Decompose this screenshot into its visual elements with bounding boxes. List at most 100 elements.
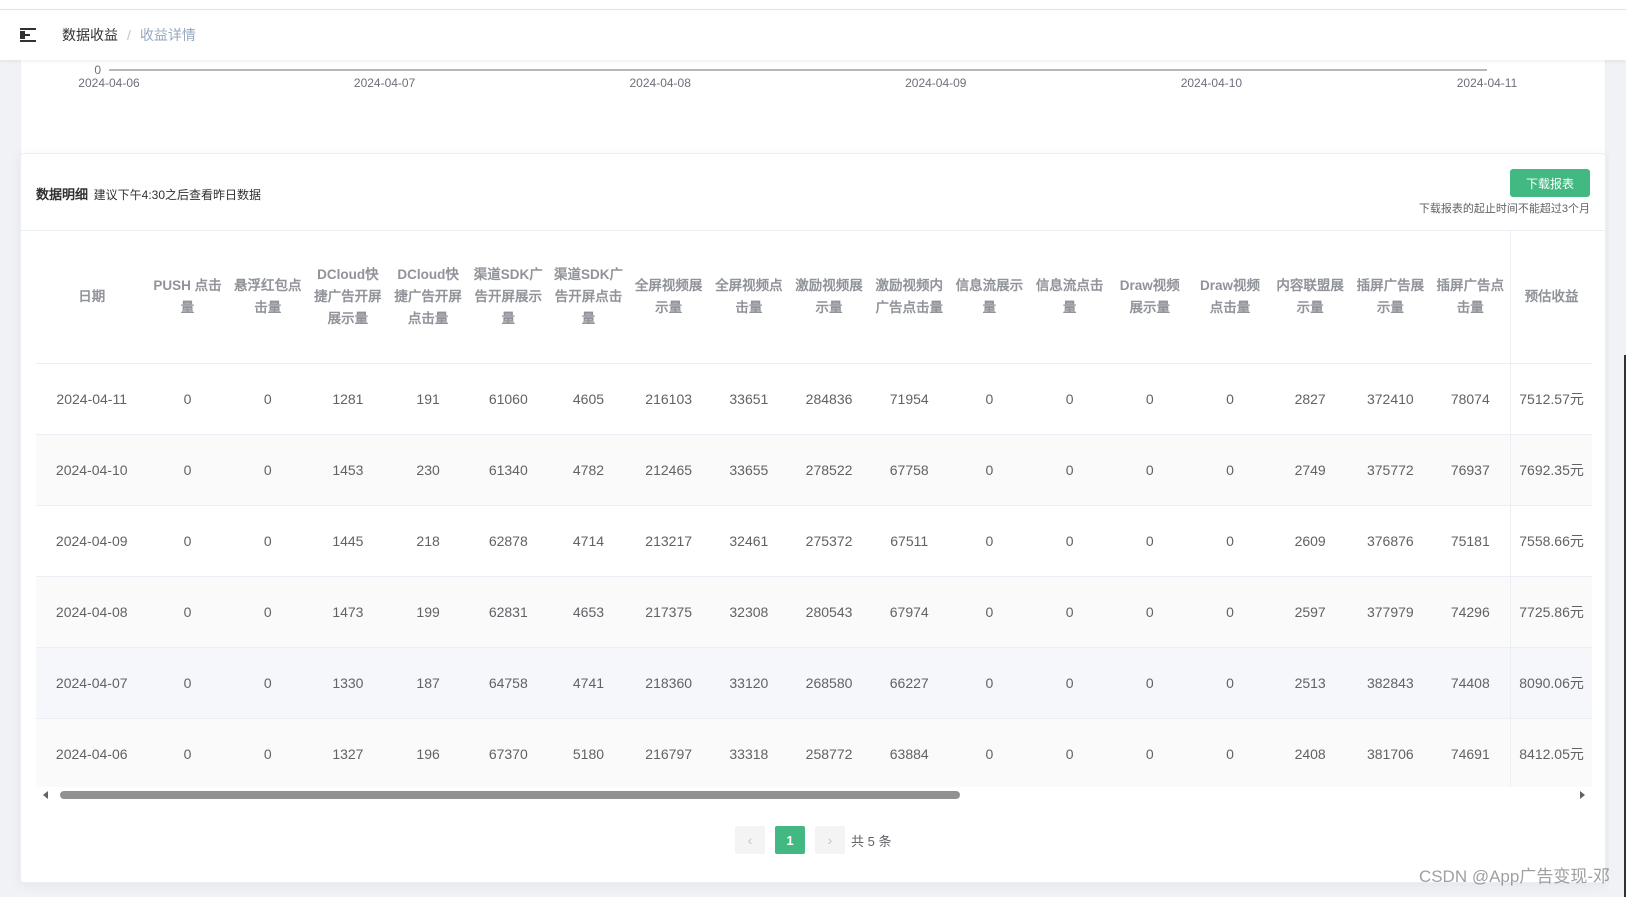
table-cell: 67758 <box>869 434 950 506</box>
table-row[interactable]: 2024-04-08 0 0 1473 199 62831 4653 217375 32308 2… <box>36 576 1592 648</box>
scrollbar-thumb[interactable] <box>60 791 960 799</box>
table-cell: 230 <box>388 434 469 506</box>
column-header: DCloud快捷广告开屏展示量 <box>307 231 388 364</box>
table-cell: 213217 <box>628 505 709 577</box>
table-cell: 61340 <box>468 434 549 506</box>
table-cell: 0 <box>949 505 1030 577</box>
table-cell: 0 <box>1109 505 1190 577</box>
revenue-cell: 8090.06元 <box>1510 647 1592 719</box>
column-header: 渠道SDK广告开屏点击量 <box>548 231 629 364</box>
table-cell: 0 <box>147 576 228 648</box>
table-cell: 33120 <box>708 647 789 719</box>
table-cell: 1445 <box>307 505 388 577</box>
table-cell: 217375 <box>628 576 709 648</box>
table-cell: 5180 <box>548 718 629 788</box>
table-cell: 33318 <box>708 718 789 788</box>
table-cell: 0 <box>1109 647 1190 719</box>
table-row[interactable]: 2024-04-09 0 0 1445 218 62878 4714 213217 32461 2… <box>36 505 1592 577</box>
table-cell: 33651 <box>708 363 789 435</box>
table-cell: 4782 <box>548 434 629 506</box>
column-header: DCloud快捷广告开屏点击量 <box>388 231 469 364</box>
date-cell: 2024-04-07 <box>36 647 148 719</box>
page-number-button[interactable]: 1 <box>775 826 805 854</box>
column-header: 悬浮红包点击量 <box>227 231 308 364</box>
table-cell: 2513 <box>1270 647 1351 719</box>
table-cell: 381706 <box>1350 718 1431 788</box>
table-cell: 268580 <box>788 647 870 719</box>
table-cell: 63884 <box>869 718 950 788</box>
date-cell: 2024-04-11 <box>36 363 148 435</box>
table-cell: 258772 <box>788 718 870 788</box>
table-cell: 0 <box>1189 576 1271 648</box>
scroll-right-icon[interactable] <box>1580 791 1585 799</box>
revenue-cell: 7558.66元 <box>1510 505 1592 577</box>
table-cell: 0 <box>227 576 308 648</box>
table-cell: 0 <box>1029 505 1110 577</box>
table-row[interactable]: 2024-04-07 0 0 1330 187 64758 4741 218360 33120 2… <box>36 647 1592 719</box>
table-header-row: 日期 PUSH 点击量 悬浮红包点击量 DCloud快捷广告开屏展示量 DCloud快捷… <box>36 231 1592 364</box>
breadcrumb-current: 收益详情 <box>139 27 196 43</box>
y-tick-label: 0 <box>94 63 101 77</box>
column-header: 渠道SDK广告开屏展示量 <box>468 231 549 364</box>
column-header: 激励视频展示量 <box>788 231 870 364</box>
download-report-button[interactable]: 下载报表 <box>1510 169 1590 197</box>
table-cell: 216103 <box>628 363 709 435</box>
column-header: 激励视频内广告点击量 <box>869 231 950 364</box>
table-cell: 0 <box>1029 363 1110 435</box>
table-cell: 377979 <box>1350 576 1431 648</box>
table-cell: 0 <box>949 718 1030 788</box>
table-cell: 0 <box>1189 363 1271 435</box>
table-cell: 0 <box>1029 718 1110 788</box>
table-cell: 62878 <box>468 505 549 577</box>
prev-page-button[interactable]: ‹ <box>735 826 765 854</box>
table-cell: 0 <box>227 434 308 506</box>
table-cell: 32461 <box>708 505 789 577</box>
table-cell: 0 <box>1109 363 1190 435</box>
table-cell: 67511 <box>869 505 950 577</box>
top-strip <box>0 0 1626 10</box>
table-cell: 76937 <box>1430 434 1511 506</box>
table-cell: 4653 <box>548 576 629 648</box>
table-cell: 375772 <box>1350 434 1431 506</box>
revenue-cell: 7512.57元 <box>1510 363 1592 435</box>
horizontal-scrollbar[interactable] <box>36 787 1592 803</box>
data-table: 日期 PUSH 点击量 悬浮红包点击量 DCloud快捷广告开屏展示量 DCloud快捷… <box>36 231 1592 788</box>
table-cell: 0 <box>147 363 228 435</box>
revenue-cell: 8412.05元 <box>1510 718 1592 788</box>
hamburger-menu-icon[interactable] <box>20 27 42 43</box>
table-row[interactable]: 2024-04-10 0 0 1453 230 61340 4782 212465 33655 2… <box>36 434 1592 506</box>
table-cell: 74691 <box>1430 718 1511 788</box>
table-cell: 382843 <box>1350 647 1431 719</box>
chevron-right-icon: › <box>827 832 833 848</box>
date-cell: 2024-04-10 <box>36 434 148 506</box>
table-cell: 0 <box>1029 434 1110 506</box>
next-page-button[interactable]: › <box>815 826 845 854</box>
column-header: 全屏视频点击量 <box>708 231 789 364</box>
card-title-text: 数据明细 <box>36 187 89 202</box>
column-header: 插屏广告展示量 <box>1350 231 1431 364</box>
x-tick-label: 2024-04-09 <box>905 76 967 90</box>
table-cell: 218 <box>388 505 469 577</box>
breadcrumb: 数据收益 / 收益详情 <box>62 25 196 45</box>
table-cell: 0 <box>227 505 308 577</box>
table-cell: 0 <box>949 576 1030 648</box>
table-cell: 0 <box>227 647 308 719</box>
table-cell: 0 <box>227 363 308 435</box>
navbar: 数据收益 / 收益详情 <box>0 10 1626 60</box>
table-cell: 199 <box>388 576 469 648</box>
table-row[interactable]: 2024-04-06 0 0 1327 196 67370 5180 216797 33318 2… <box>36 718 1592 788</box>
breadcrumb-home[interactable]: 数据收益 <box>62 25 118 45</box>
table-cell: 1330 <box>307 647 388 719</box>
table-cell: 212465 <box>628 434 709 506</box>
column-header: 内容联盟展示量 <box>1270 231 1351 364</box>
date-cell: 2024-04-08 <box>36 576 148 648</box>
table-cell: 0 <box>949 363 1030 435</box>
main-content: 0 2024-04-06 2024-04-07 2024-04-08 2024-04-0… <box>0 60 1626 897</box>
table-cell: 0 <box>1189 505 1271 577</box>
table-cell: 71954 <box>869 363 950 435</box>
column-header: 预估收益 <box>1510 231 1592 364</box>
table-cell: 1473 <box>307 576 388 648</box>
table-cell: 216797 <box>628 718 709 788</box>
table-row[interactable]: 2024-04-11 0 0 1281 191 61060 4605 216103 33651 2… <box>36 363 1592 435</box>
scroll-left-icon[interactable] <box>43 791 48 799</box>
